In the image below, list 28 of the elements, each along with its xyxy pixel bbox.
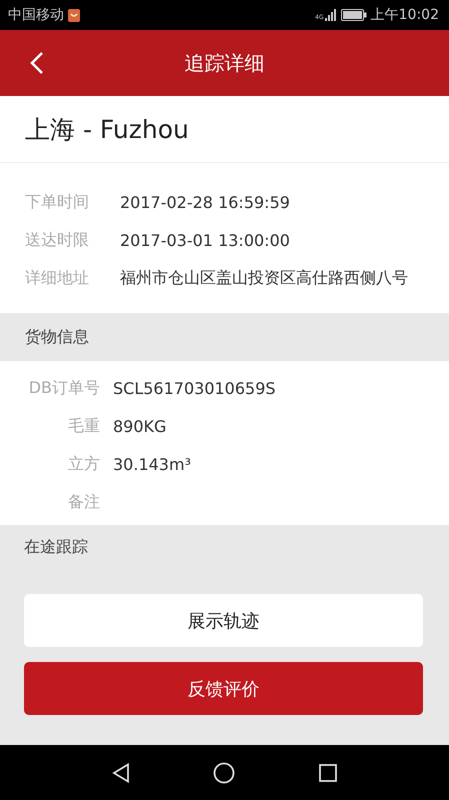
recent-apps-icon[interactable] (319, 764, 338, 782)
field-label: 下单时间 (25, 192, 90, 212)
field-value: 2017-02-28 16:59:59 (120, 192, 290, 212)
field-value: 890KG (113, 416, 166, 436)
show-track-button[interactable]: 展示轨迹 (24, 594, 423, 647)
field-label: 立方 (67, 454, 100, 474)
feedback-button[interactable]: 反馈评价 (24, 662, 423, 715)
signal-icon (324, 9, 337, 21)
field-label: 详细地址 (25, 268, 90, 288)
clock-time: 上午10:02 (370, 6, 439, 24)
field-value: 30.143m³ (113, 454, 191, 474)
notification-icon (68, 8, 80, 22)
back-icon (30, 52, 44, 74)
carrier-name: 中国移动 (8, 6, 64, 24)
field-label: 毛重 (67, 416, 100, 436)
back-nav-icon[interactable] (112, 762, 130, 782)
field-value: 福州市仓山区盖山投资区高仕路西侧八号 (120, 268, 408, 288)
field-label: DB订单号 (28, 378, 100, 398)
field-value: 2017-03-01 13:00:00 (120, 230, 290, 250)
home-icon[interactable] (213, 762, 236, 784)
route-title: 上海 - Fuzhou (25, 114, 189, 146)
battery-icon (340, 9, 367, 21)
section-title: 货物信息 (25, 326, 89, 348)
section-title: 在途跟踪 (24, 537, 89, 558)
page-title: 追踪详细 (184, 50, 264, 76)
field-value: SCL561703010659S (113, 378, 276, 398)
field-label: 送达时限 (25, 230, 90, 250)
field-label: 备注 (67, 492, 100, 512)
